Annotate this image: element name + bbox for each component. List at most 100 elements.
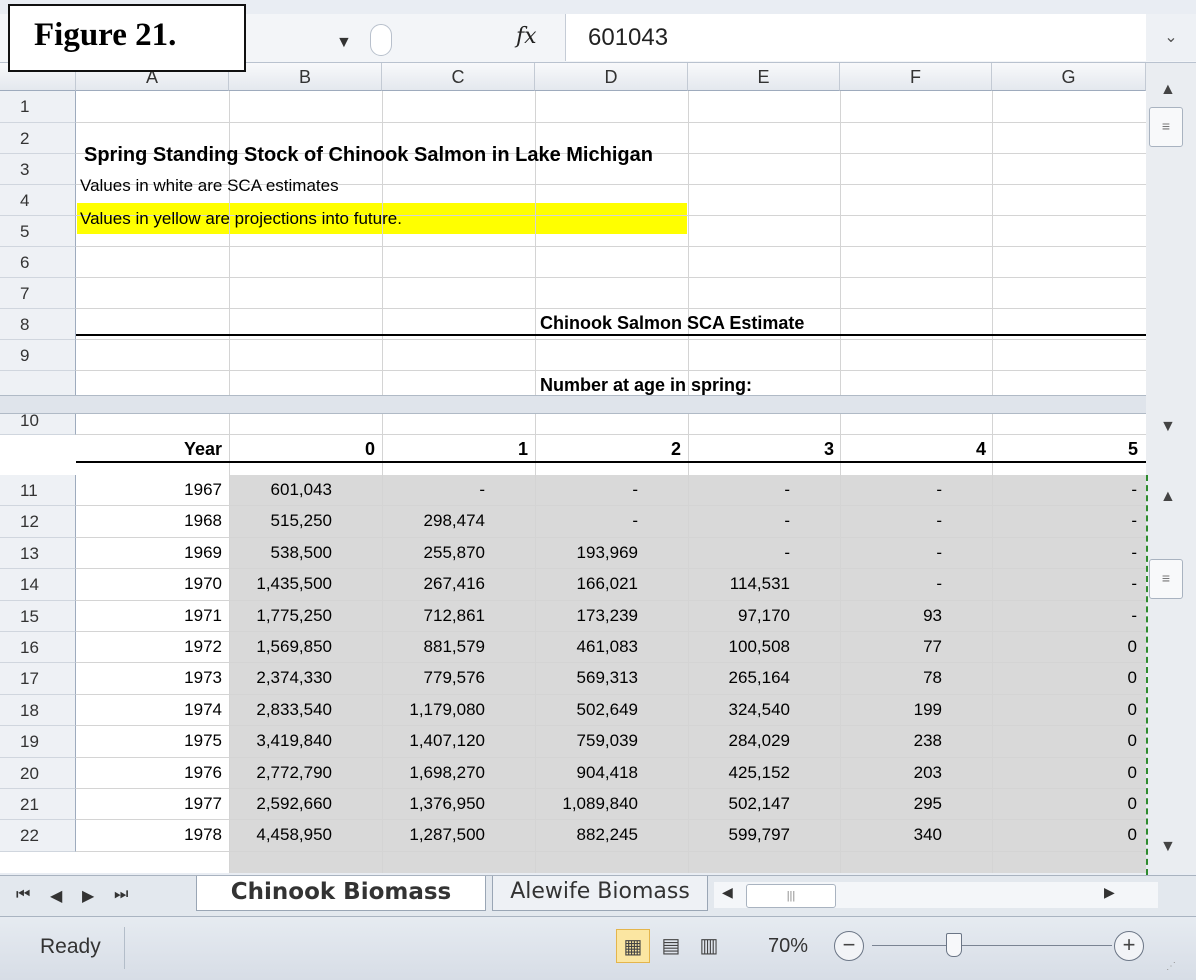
row-header-14[interactable]: 14	[0, 569, 76, 601]
table-cell[interactable]: 882,245	[535, 825, 638, 845]
zoom-in-icon[interactable]: +	[1114, 931, 1144, 961]
resize-grip-icon[interactable]: ⋰	[1166, 961, 1176, 972]
row-header-15[interactable]: 15	[0, 600, 76, 632]
row-header-11[interactable]: 11	[0, 475, 76, 507]
table-cell[interactable]: 97,170	[688, 606, 790, 626]
row-header-4[interactable]: 4	[0, 185, 76, 216]
table-cell[interactable]: 267,416	[382, 574, 485, 594]
table-cell[interactable]: -	[992, 511, 1137, 531]
zoom-out-icon[interactable]: −	[834, 931, 864, 961]
row-header-12[interactable]: 12	[0, 506, 76, 538]
table-cell[interactable]: 2,772,790	[229, 763, 332, 783]
table-cell[interactable]: 904,418	[535, 763, 638, 783]
scroll-down-icon[interactable]: ▼	[1160, 418, 1176, 436]
row-header-8[interactable]: 8	[0, 309, 76, 340]
table-cell[interactable]: 238	[840, 731, 942, 751]
table-cell[interactable]: 100,508	[688, 637, 790, 657]
insert-function-icon[interactable]: fx	[516, 24, 537, 49]
row-header-1[interactable]: 1	[0, 91, 76, 123]
table-cell[interactable]: 461,083	[535, 637, 638, 657]
table-cell[interactable]: 1977	[76, 794, 222, 814]
table-cell[interactable]: 284,029	[688, 731, 790, 751]
table-cell[interactable]: 779,576	[382, 668, 485, 688]
zoom-level[interactable]: 70%	[768, 935, 808, 958]
name-box-dropdown-icon[interactable]: ▼	[336, 34, 352, 52]
table-cell[interactable]: 515,250	[229, 511, 332, 531]
formula-input[interactable]: 601043	[565, 14, 1148, 61]
table-cell[interactable]: 0	[992, 794, 1137, 814]
row-header-2[interactable]: 2	[0, 123, 76, 154]
table-cell[interactable]: 0	[992, 825, 1137, 845]
table-cell[interactable]: 1975	[76, 731, 222, 751]
column-header-b[interactable]: B	[229, 63, 382, 91]
last-sheet-icon[interactable]: ⏭	[114, 886, 128, 904]
row-header-9[interactable]: 9	[0, 340, 76, 371]
table-cell[interactable]: 298,474	[382, 511, 485, 531]
table-cell[interactable]: 0	[992, 700, 1137, 720]
row-header-13[interactable]: 13	[0, 537, 76, 570]
table-cell[interactable]: -	[535, 480, 638, 500]
table-cell[interactable]: -	[992, 480, 1137, 500]
table-cell[interactable]: 1971	[76, 606, 222, 626]
row-header-18[interactable]: 18	[0, 694, 76, 727]
scroll-left-icon[interactable]: ◀	[722, 884, 733, 901]
table-cell[interactable]: 0	[992, 731, 1137, 751]
scroll-thumb[interactable]: ≡	[1149, 107, 1183, 147]
table-cell[interactable]: 255,870	[382, 543, 485, 563]
table-cell[interactable]: 2,833,540	[229, 700, 332, 720]
table-cell[interactable]: 324,540	[688, 700, 790, 720]
table-cell[interactable]: 881,579	[382, 637, 485, 657]
row-header-3[interactable]: 3	[0, 154, 76, 185]
table-cell[interactable]: 1,569,850	[229, 637, 332, 657]
table-cell[interactable]: -	[992, 543, 1137, 563]
next-sheet-icon[interactable]: ▶	[82, 886, 94, 906]
table-cell[interactable]: -	[992, 606, 1137, 626]
zoom-slider-track[interactable]	[872, 945, 1112, 946]
table-cell[interactable]: -	[688, 543, 790, 563]
normal-view-icon[interactable]: ▦	[616, 929, 650, 963]
table-cell[interactable]: 295	[840, 794, 942, 814]
row-header-7[interactable]: 7	[0, 278, 76, 309]
table-cell[interactable]: 0	[992, 763, 1137, 783]
horizontal-scroll-thumb[interactable]: |||	[746, 884, 836, 908]
row-header-20[interactable]: 20	[0, 757, 76, 789]
table-cell[interactable]: 1,376,950	[382, 794, 485, 814]
table-cell[interactable]: 1,698,270	[382, 763, 485, 783]
table-cell[interactable]: 1970	[76, 574, 222, 594]
table-cell[interactable]: 1968	[76, 511, 222, 531]
row-header-21[interactable]: 21	[0, 789, 76, 821]
table-cell[interactable]: 502,649	[535, 700, 638, 720]
table-cell[interactable]: 1,435,500	[229, 574, 332, 594]
vertical-scrollbar[interactable]: ▲ ≡ ▼ ▲ ≡ ▼	[1146, 63, 1196, 873]
zoom-slider-thumb[interactable]	[946, 933, 962, 957]
table-cell[interactable]: -	[992, 574, 1137, 594]
table-cell[interactable]: 1974	[76, 700, 222, 720]
table-cell[interactable]: 0	[992, 637, 1137, 657]
table-cell[interactable]: 759,039	[535, 731, 638, 751]
tab-alewife-biomass[interactable]: Alewife Biomass	[492, 876, 708, 911]
table-cell[interactable]: 1976	[76, 763, 222, 783]
table-cell[interactable]: 114,531	[688, 574, 790, 594]
page-layout-view-icon[interactable]: ▤	[654, 929, 688, 963]
table-cell[interactable]: 1978	[76, 825, 222, 845]
table-cell[interactable]: 193,969	[535, 543, 638, 563]
table-cell[interactable]: 569,313	[535, 668, 638, 688]
table-cell[interactable]: 265,164	[688, 668, 790, 688]
column-header-f[interactable]: F	[840, 63, 992, 91]
table-cell[interactable]: 340	[840, 825, 942, 845]
expand-formula-bar-icon[interactable]: ⌄	[1146, 14, 1196, 61]
table-cell[interactable]: 1,407,120	[382, 731, 485, 751]
row-header-19[interactable]: 19	[0, 726, 76, 758]
table-cell[interactable]: 2,592,660	[229, 794, 332, 814]
column-header-d[interactable]: D	[535, 63, 688, 91]
tab-chinook-biomass[interactable]: Chinook Biomass	[196, 876, 486, 911]
table-cell[interactable]: -	[840, 480, 942, 500]
table-cell[interactable]: 599,797	[688, 825, 790, 845]
table-cell[interactable]: -	[535, 511, 638, 531]
worksheet-grid[interactable]: A B C D E F G Spring Standing Stock of C…	[0, 63, 1146, 873]
column-header-e[interactable]: E	[688, 63, 840, 91]
table-cell[interactable]: -	[840, 511, 942, 531]
table-cell[interactable]: 1972	[76, 637, 222, 657]
table-cell[interactable]: 203	[840, 763, 942, 783]
table-cell[interactable]: -	[688, 480, 790, 500]
